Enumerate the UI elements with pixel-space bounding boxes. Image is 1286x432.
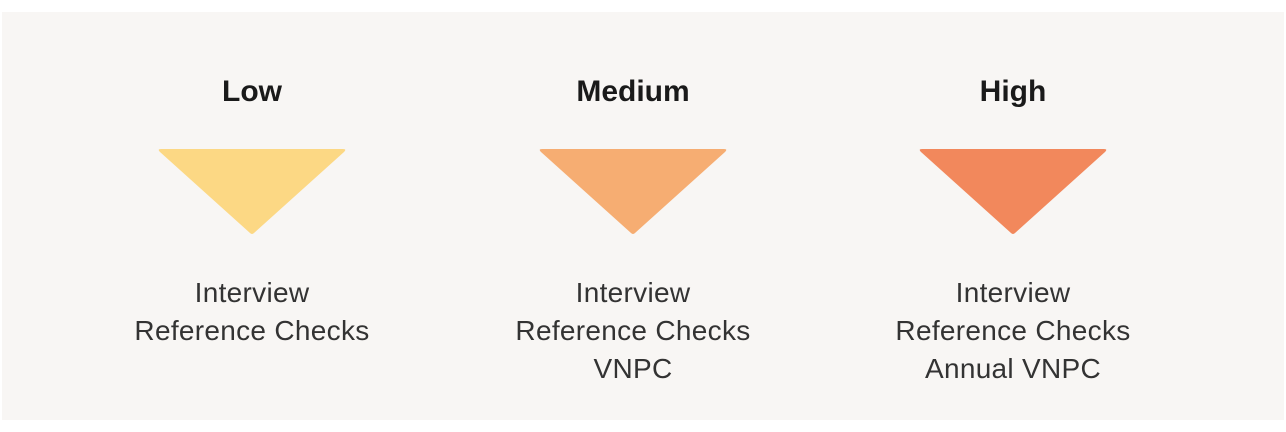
level-title-medium: Medium — [576, 75, 690, 108]
level-item: Interview — [575, 277, 691, 308]
level-items-medium: Interview Reference Checks VNPC — [483, 274, 783, 388]
level-item: Interview — [194, 277, 310, 308]
triangle-medium-shape — [539, 149, 727, 234]
triangle-medium — [539, 149, 727, 234]
level-item: Reference Checks — [895, 315, 1131, 346]
level-item: Reference Checks — [134, 315, 370, 346]
level-item: Reference Checks — [515, 315, 751, 346]
triangle-low — [158, 149, 346, 234]
level-title-low: Low — [222, 75, 282, 108]
triangle-high — [919, 149, 1107, 234]
level-item: Annual VNPC — [924, 353, 1102, 384]
diagram-panel: Low Interview Reference Checks Medium In… — [2, 12, 1284, 420]
level-items-low: Interview Reference Checks — [102, 274, 402, 350]
level-item: VNPC — [593, 353, 673, 384]
triangle-low-shape — [158, 149, 346, 234]
triangle-high-shape — [919, 149, 1107, 234]
level-item: Interview — [955, 277, 1071, 308]
level-items-high: Interview Reference Checks Annual VNPC — [863, 274, 1163, 388]
level-title-high: High — [979, 75, 1047, 108]
